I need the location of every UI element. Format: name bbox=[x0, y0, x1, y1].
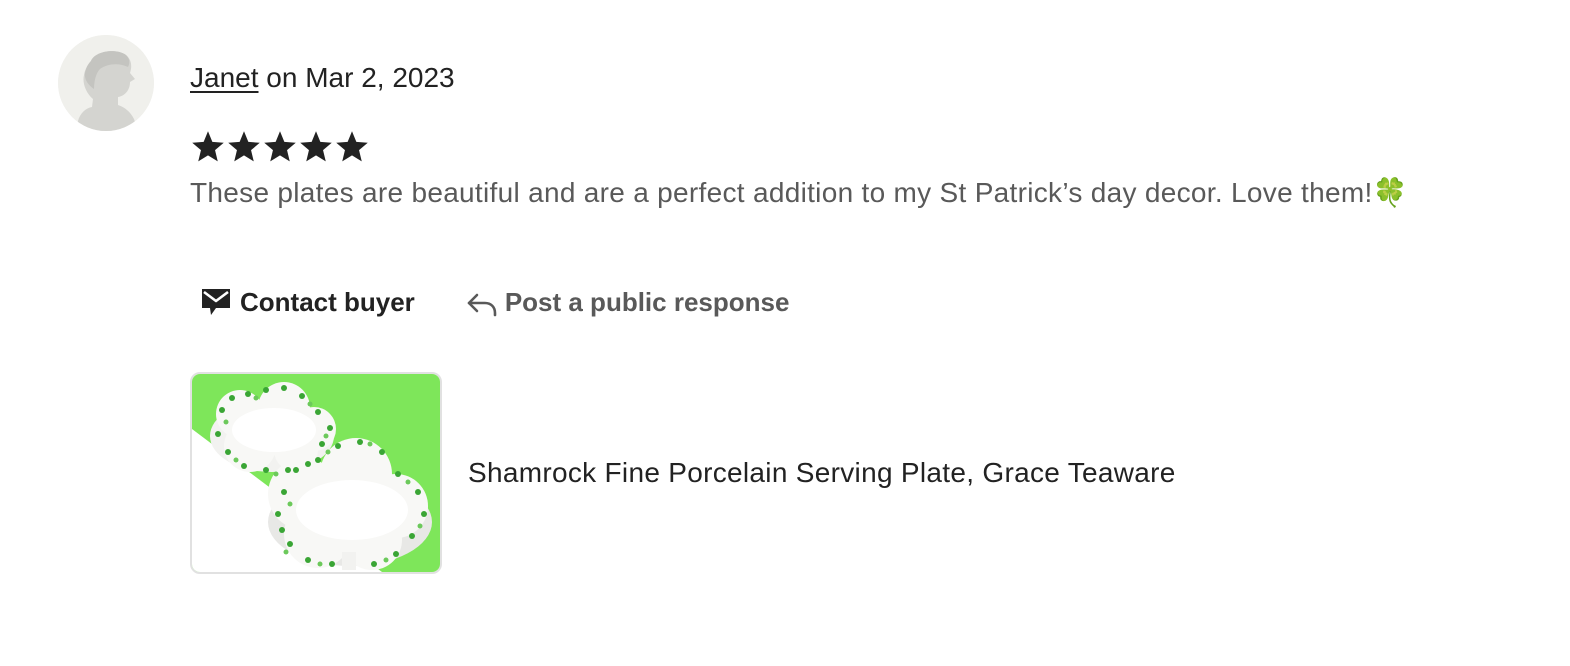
star-rating bbox=[190, 129, 370, 165]
star-icon bbox=[336, 131, 368, 162]
star-icon bbox=[300, 131, 332, 162]
post-public-response-button[interactable]: Post a public response bbox=[465, 286, 790, 318]
reviewed-product: Shamrock Fine Porcelain Serving Plate, G… bbox=[190, 372, 1176, 574]
contact-buyer-label: Contact buyer bbox=[240, 286, 415, 317]
star-icon bbox=[264, 131, 296, 162]
contact-buyer-button[interactable]: Contact buyer bbox=[200, 287, 415, 318]
shamrock-plates-image bbox=[192, 374, 440, 572]
review-date: on Mar 2, 2023 bbox=[266, 62, 455, 93]
review-actions: Contact buyer Post a public response bbox=[200, 280, 789, 324]
star-icon bbox=[192, 131, 224, 162]
shamrock-emoji: 🍀 bbox=[1372, 177, 1408, 208]
star-icon bbox=[228, 131, 260, 162]
reviewer-name-link[interactable]: Janet bbox=[190, 62, 259, 93]
reply-arrow-icon bbox=[465, 287, 499, 317]
review-body: These plates are beautiful and are a per… bbox=[190, 177, 1373, 208]
reviewer-avatar bbox=[58, 35, 154, 131]
default-user-silhouette-icon bbox=[58, 35, 154, 131]
product-thumbnail[interactable] bbox=[190, 372, 442, 574]
review-text: These plates are beautiful and are a per… bbox=[190, 174, 1408, 212]
post-public-response-label: Post a public response bbox=[504, 286, 790, 317]
envelope-icon bbox=[200, 287, 232, 317]
review-header: Janet on Mar 2, 2023 bbox=[190, 60, 455, 96]
product-title-link[interactable]: Shamrock Fine Porcelain Serving Plate, G… bbox=[468, 457, 1176, 489]
